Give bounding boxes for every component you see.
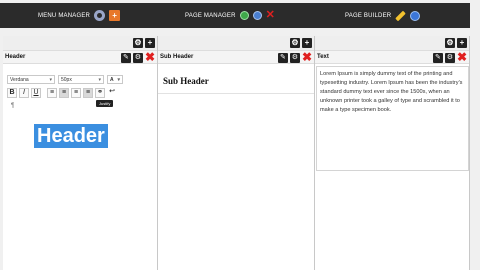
align-right-icon[interactable]: ≡ bbox=[71, 87, 81, 98]
text-content[interactable]: Lorem Ipsum is simply dummy text of the … bbox=[316, 66, 469, 171]
column-title: Sub Header bbox=[160, 54, 194, 60]
add-page-icon[interactable]: + bbox=[109, 10, 121, 21]
edit-icon[interactable]: ✎ bbox=[120, 52, 131, 63]
screen: MENU MANAGER + PAGE MANAGER ✕ PAGE BUILD… bbox=[0, 0, 480, 270]
globe-icon[interactable] bbox=[410, 10, 421, 21]
font-family-select[interactable]: Verdana bbox=[7, 75, 55, 84]
pencil-icon[interactable] bbox=[395, 10, 407, 21]
header-content[interactable]: Header bbox=[34, 124, 108, 148]
column-title: Text bbox=[317, 54, 329, 60]
close-icon[interactable]: ✖ bbox=[302, 51, 312, 63]
column-head-icons: ✎ ⚙ ✖ bbox=[277, 51, 312, 63]
gear-icon[interactable]: ⚙ bbox=[133, 38, 143, 48]
green-status-icon[interactable] bbox=[239, 11, 249, 20]
menu-manager-group[interactable]: MENU MANAGER + bbox=[38, 9, 121, 22]
sub-header-content[interactable]: Sub Header bbox=[163, 76, 209, 86]
page-builder-group[interactable]: PAGE BUILDER bbox=[345, 9, 421, 22]
column-head: Header ✎ ⚙ ✖ bbox=[3, 50, 157, 64]
divider bbox=[158, 93, 314, 94]
paragraph-mark: ¶ bbox=[11, 103, 15, 109]
plus-icon[interactable]: + bbox=[457, 38, 467, 48]
gear-icon[interactable]: ⚙ bbox=[289, 52, 300, 63]
gear-icon[interactable] bbox=[94, 10, 106, 21]
column-toolbar: ⚙ + bbox=[158, 36, 314, 50]
blue-info-icon[interactable] bbox=[252, 11, 262, 20]
bold-button[interactable]: B bbox=[7, 87, 17, 98]
top-navigation-bar: MENU MANAGER + PAGE MANAGER ✕ PAGE BUILD… bbox=[0, 3, 470, 28]
italic-button[interactable]: I bbox=[19, 87, 29, 98]
column-head-icons: ✎ ⚙ ✖ bbox=[432, 51, 467, 63]
gear-icon[interactable]: ⚙ bbox=[445, 38, 455, 48]
page-builder-columns: ⚙ + Header ✎ ⚙ ✖ Verdana 50px A B I U bbox=[3, 36, 470, 270]
column-head: Sub Header ✎ ⚙ ✖ bbox=[158, 50, 314, 64]
editor-toolbar-row-2: B I U ≡ ≡ ≡ ≡ ⚭ ↩ bbox=[7, 87, 157, 98]
delete-icon[interactable]: ✕ bbox=[266, 10, 275, 21]
column-text: ⚙ + Text ✎ ⚙ ✖ Lorem Ipsum is simply dum… bbox=[315, 36, 470, 270]
plus-icon[interactable]: + bbox=[302, 38, 312, 48]
edit-icon[interactable]: ✎ bbox=[277, 52, 288, 63]
plus-icon[interactable]: + bbox=[145, 38, 155, 48]
column-sub-header: ⚙ + Sub Header ✎ ⚙ ✖ Sub Header bbox=[158, 36, 315, 270]
column-toolbar: ⚙ + bbox=[315, 36, 469, 50]
column-header: ⚙ + Header ✎ ⚙ ✖ Verdana 50px A B I U bbox=[3, 36, 158, 270]
font-color-select[interactable]: A bbox=[107, 75, 123, 84]
column-title: Header bbox=[5, 54, 26, 60]
edit-icon[interactable]: ✎ bbox=[432, 52, 443, 63]
gear-icon[interactable]: ⚙ bbox=[132, 52, 143, 63]
align-left-icon[interactable]: ≡ bbox=[47, 87, 57, 98]
link-icon[interactable]: ⚭ bbox=[95, 87, 105, 98]
align-center-icon[interactable]: ≡ bbox=[59, 87, 69, 98]
underline-button[interactable]: U bbox=[31, 87, 41, 98]
column-head: Text ✎ ⚙ ✖ bbox=[315, 50, 469, 64]
menu-manager-label[interactable]: MENU MANAGER bbox=[38, 13, 90, 19]
close-icon[interactable]: ✖ bbox=[145, 51, 155, 63]
close-icon[interactable]: ✖ bbox=[457, 51, 467, 63]
justify-icon[interactable]: ≡ bbox=[83, 87, 93, 98]
editor-toolbar-row-1: Verdana 50px A bbox=[7, 74, 157, 85]
font-size-select[interactable]: 50px bbox=[58, 75, 104, 84]
page-manager-label[interactable]: PAGE MANAGER bbox=[185, 13, 236, 19]
justify-tooltip: Justify bbox=[96, 100, 114, 107]
column-toolbar: ⚙ + bbox=[3, 36, 157, 50]
gear-icon[interactable]: ⚙ bbox=[290, 38, 300, 48]
page-builder-label[interactable]: PAGE BUILDER bbox=[345, 13, 391, 19]
gear-icon[interactable]: ⚙ bbox=[444, 52, 455, 63]
page-manager-group[interactable]: PAGE MANAGER ✕ bbox=[185, 9, 275, 22]
column-head-icons: ✎ ⚙ ✖ bbox=[120, 51, 155, 63]
unlink-icon[interactable]: ↩ bbox=[107, 88, 117, 98]
